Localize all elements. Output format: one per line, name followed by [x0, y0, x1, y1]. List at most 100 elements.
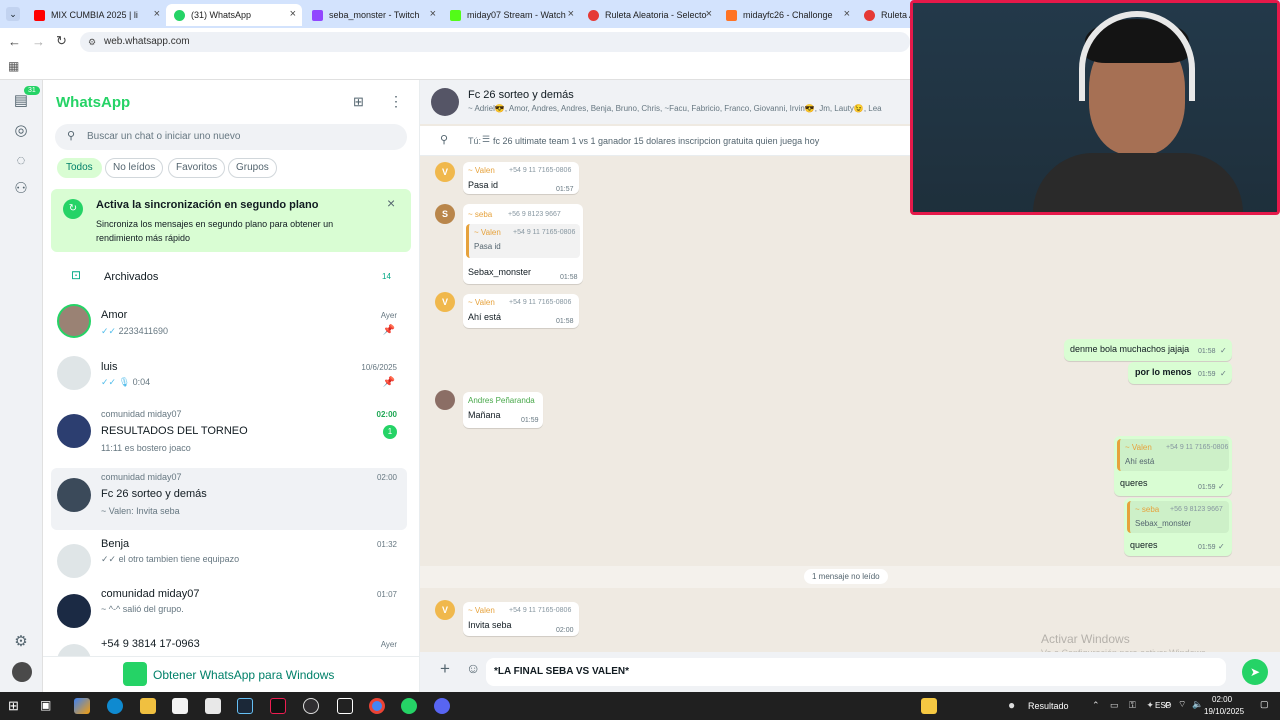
quoted-message[interactable]: ~ seba +56 9 8123 9667 Sebax_monster: [1127, 501, 1229, 533]
clock-date[interactable]: 19/10/2025: [1204, 707, 1244, 716]
message-text: Mañana: [468, 410, 501, 420]
clock-time[interactable]: 02:00: [1212, 695, 1232, 704]
tab-label: MIX CUMBIA 2025 | li: [51, 10, 138, 20]
new-chat-icon[interactable]: ⊞: [353, 94, 364, 110]
wheel-icon: [864, 9, 875, 21]
tab-whatsapp[interactable]: (31) WhatsApp ×: [166, 4, 302, 26]
message-time: 01:59: [1198, 371, 1216, 378]
avatar: [57, 594, 91, 628]
forward-icon[interactable]: →: [32, 34, 45, 49]
close-icon[interactable]: ×: [387, 195, 395, 211]
copilot-icon[interactable]: [74, 698, 90, 714]
menu-icon[interactable]: ⋮: [389, 93, 403, 110]
tab-twitch[interactable]: seba_monster - Twitch ×: [304, 4, 442, 26]
quoted-message[interactable]: ~ Valen +54 9 11 7165-0806 Pasa id: [466, 224, 580, 258]
edge-icon[interactable]: [107, 698, 123, 714]
message-input-value: *LA FINAL SEBA VS VALEN*: [494, 666, 630, 677]
wifi-icon[interactable]: ⌔: [1178, 699, 1186, 710]
communities-icon[interactable]: ⚇: [12, 180, 30, 198]
filter-favoritos[interactable]: Favoritos: [168, 158, 226, 178]
outgoing-bubble[interactable]: ~ Valen +54 9 11 7165-0806 Ahí está quer…: [1114, 436, 1232, 496]
tiktok-icon[interactable]: [270, 698, 286, 714]
tab-ruleta-2[interactable]: Ruleta A: [856, 4, 916, 26]
community-avatar: [57, 414, 91, 448]
steam-icon[interactable]: [237, 698, 253, 714]
avatar-valen: V: [435, 162, 455, 182]
close-icon[interactable]: ×: [706, 8, 712, 20]
apps-grid-icon[interactable]: ▦: [8, 59, 19, 73]
obs-icon[interactable]: [303, 698, 319, 714]
chat-row-luis[interactable]: luis ✓✓ 🎙 0:04 10/6/2025 📌: [51, 344, 407, 406]
archived-row[interactable]: ⊡ Archivados 14: [51, 262, 407, 292]
back-icon[interactable]: ←: [8, 34, 21, 49]
site-info-icon[interactable]: ⚙: [88, 32, 96, 52]
status-icon[interactable]: ◎: [12, 122, 30, 140]
close-icon[interactable]: ×: [290, 8, 296, 20]
message-bubble[interactable]: ~ Valen +54 9 11 7165-0806 Invita seba 0…: [463, 602, 579, 636]
message-bubble[interactable]: ~ Valen +54 9 11 7165-0806 Ahí está 01:5…: [463, 294, 579, 328]
tab-label: miday07 Stream - Watch: [467, 10, 566, 20]
filter-todos[interactable]: Todos: [57, 158, 102, 178]
start-icon[interactable]: ⊞: [8, 698, 19, 714]
notifications-icon[interactable]: ▢: [1260, 699, 1269, 710]
attach-plus-icon[interactable]: +: [440, 659, 450, 679]
outgoing-bubble[interactable]: por lo menos 01:59 ✓: [1128, 362, 1232, 384]
close-icon[interactable]: ×: [844, 8, 850, 20]
chat-row-resultados[interactable]: comunidad miday07 RESULTADOS DEL TORNEO …: [51, 406, 407, 468]
profile-avatar[interactable]: [12, 662, 32, 682]
chat-time: 01:32: [376, 540, 397, 549]
store-icon[interactable]: [172, 698, 188, 714]
get-app-bar[interactable]: Obtener WhatsApp para Windows: [43, 656, 419, 692]
streamer-shirt: [1033, 153, 1243, 212]
tab-list-chevron-icon[interactable]: ⌄: [6, 7, 20, 21]
task-view-icon[interactable]: ▣: [40, 698, 51, 712]
outgoing-bubble[interactable]: ~ seba +56 9 8123 9667 Sebax_monster que…: [1124, 498, 1232, 556]
chat-row-fc26[interactable]: comunidad miday07 Fc 26 sorteo y demás ~…: [51, 468, 407, 530]
tab-ruleta[interactable]: Ruleta Aleatoria - Selecto ×: [580, 4, 718, 26]
tab-kick[interactable]: miday07 Stream - Watch ×: [442, 4, 580, 26]
mail-icon[interactable]: [205, 698, 221, 714]
whatsapp-icon: [123, 662, 147, 686]
explorer-icon[interactable]: [140, 698, 156, 714]
message-bubble[interactable]: ~ Valen +54 9 11 7165-0806 Pasa id 01:57: [463, 162, 579, 194]
message-text: Sebax_monster: [468, 267, 532, 277]
discord-icon[interactable]: [434, 698, 450, 714]
outgoing-bubble[interactable]: denme bola muchachos jajaja 01:58 ✓: [1064, 339, 1232, 361]
message-input[interactable]: *LA FINAL SEBA VS VALEN*: [486, 658, 1226, 686]
sent-tick-icon: ✓: [1220, 369, 1227, 378]
close-icon[interactable]: ×: [430, 8, 436, 20]
filter-no-leidos[interactable]: No leídos: [105, 158, 164, 178]
volume-icon[interactable]: 🔈: [1192, 699, 1203, 710]
settings-icon[interactable]: ⚙: [12, 633, 30, 651]
weather-icon[interactable]: ●: [1008, 698, 1015, 712]
weather-label[interactable]: Resultado: [1028, 701, 1069, 711]
emoji-icon[interactable]: ☺: [466, 660, 480, 676]
send-button[interactable]: ➤: [1242, 659, 1268, 685]
message-bubble[interactable]: ~ seba +56 9 8123 9667 ~ Valen +54 9 11 …: [463, 204, 583, 284]
filter-grupos[interactable]: Grupos: [228, 158, 277, 178]
quoted-message[interactable]: ~ Valen +54 9 11 7165-0806 Ahí está: [1117, 439, 1229, 471]
notes-icon[interactable]: [921, 698, 937, 714]
chrome-icon[interactable]: [369, 698, 385, 714]
chat-preview: ✓✓ 2233411690: [101, 326, 168, 336]
message-text: queres: [1120, 478, 1148, 488]
reload-icon[interactable]: ↻: [56, 33, 67, 49]
close-icon[interactable]: ×: [568, 8, 574, 20]
whatsapp-icon[interactable]: [401, 698, 417, 714]
close-icon[interactable]: ×: [154, 8, 160, 20]
mic-icon: 🎙: [118, 377, 131, 387]
tab-challonge[interactable]: midayfc26 - Challonge ×: [718, 4, 856, 26]
banner-line-1: Sincroniza los mensajes en segundo plano…: [96, 219, 334, 229]
message-bubble[interactable]: Andres Peñaranda Mañana 01:59: [463, 392, 543, 428]
language-indicator[interactable]: ESP: [1155, 701, 1171, 710]
channels-icon[interactable]: ◌: [12, 152, 30, 170]
capcut-icon[interactable]: [337, 698, 353, 714]
tab-label: midayfc26 - Challonge: [743, 10, 833, 20]
avatar-seba: S: [435, 204, 455, 224]
url-field[interactable]: ⚙ web.whatsapp.com: [80, 32, 910, 52]
tab-youtube[interactable]: MIX CUMBIA 2025 | li ×: [26, 4, 166, 26]
chat-name: luis: [101, 361, 118, 373]
tab-label: (31) WhatsApp: [191, 10, 252, 20]
search-box[interactable]: ⚲ Buscar un chat o iniciar uno nuevo: [55, 124, 407, 150]
chat-preview: 11:11 es bostero joaco: [101, 443, 191, 453]
